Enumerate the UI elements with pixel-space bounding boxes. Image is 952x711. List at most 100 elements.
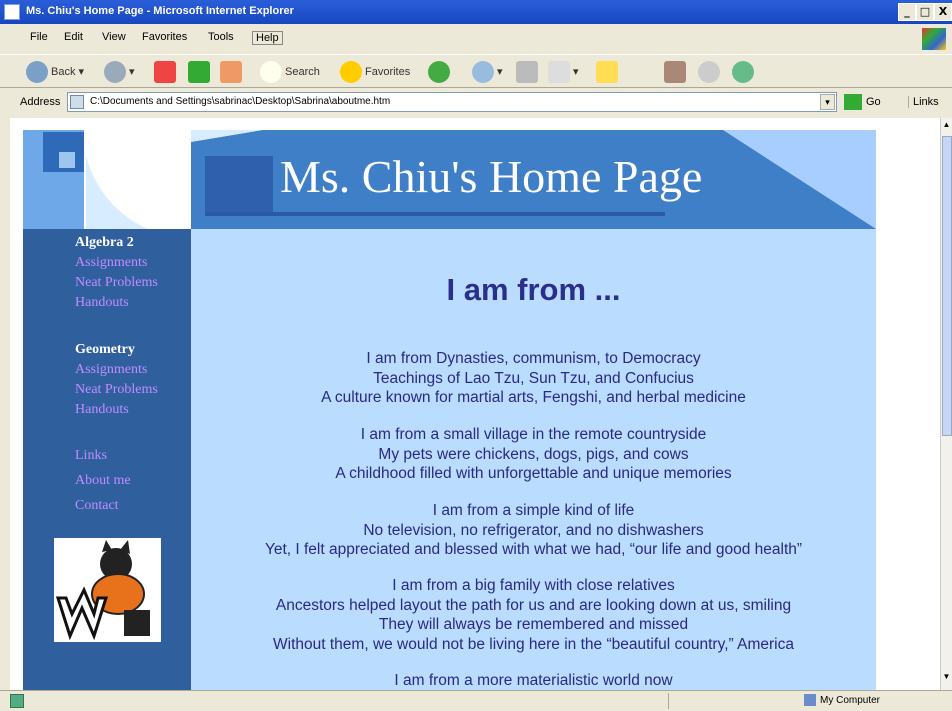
main-content: I am from ... I am from Dynasties, commu… — [191, 229, 876, 690]
poem-line: I am from a more materialistic world now — [394, 672, 673, 689]
menu-tools[interactable]: Tools — [208, 31, 234, 43]
favorites-button[interactable]: Favorites — [340, 59, 410, 85]
messenger-icon — [698, 61, 720, 84]
zone-label: My Computer — [820, 695, 881, 706]
nav-link-geometry-assignments[interactable]: Assignments — [75, 362, 147, 378]
discuss-icon — [596, 61, 618, 84]
poem-line: A culture known for martial arts, Fengsh… — [321, 389, 746, 406]
page-icon — [70, 95, 84, 109]
mascot-logo — [54, 538, 161, 642]
window-title: Ms. Chiu's Home Page - Microsoft Interne… — [26, 5, 294, 17]
search-label: Search — [285, 66, 320, 78]
my-computer-icon — [804, 694, 816, 706]
nav-link-geometry-handouts[interactable]: Handouts — [75, 402, 129, 418]
favorites-label: Favorites — [365, 66, 411, 78]
status-bar: My Computer — [0, 690, 952, 711]
back-arrow-icon — [26, 61, 48, 84]
search-button[interactable]: Search — [260, 59, 320, 85]
poem-line: My pets were chickens, dogs, pigs, and c… — [378, 445, 689, 463]
page-viewport: Ms. Chiu's Home Page Algebra 2 Assignmen… — [10, 118, 940, 690]
nav-link-algebra-assignments[interactable]: Assignments — [75, 255, 147, 271]
forward-button[interactable]: ▾ — [104, 59, 135, 85]
menu-edit[interactable]: Edit — [64, 31, 83, 43]
poem-line: Teachings of Lao Tzu, Sun Tzu, and Confu… — [373, 369, 694, 387]
refresh-icon — [188, 61, 210, 84]
research-button[interactable] — [664, 59, 689, 85]
media-button[interactable] — [428, 59, 453, 85]
stop-button[interactable] — [154, 59, 179, 85]
wildcat-mascot-icon — [55, 540, 150, 641]
nav-link-about-me[interactable]: About me — [75, 473, 131, 489]
nav-link-algebra-handouts[interactable]: Handouts — [75, 295, 129, 311]
forward-arrow-icon — [104, 61, 126, 84]
maximize-button[interactable]: □ — [916, 3, 934, 21]
status-panels — [668, 693, 794, 709]
nav-link-contact[interactable]: Contact — [75, 498, 119, 514]
scroll-up-icon[interactable]: ▲ — [941, 120, 952, 134]
refresh-button[interactable] — [188, 59, 213, 85]
vertical-scrollbar[interactable]: ▲ ▼ — [940, 118, 952, 690]
page-heading: I am from ... — [446, 272, 621, 307]
go-button[interactable]: Go — [844, 93, 881, 111]
print-button[interactable] — [516, 59, 541, 85]
extra-button[interactable] — [732, 59, 757, 85]
search-icon — [260, 61, 282, 84]
poem-line: Without them, we would not be living her… — [273, 635, 794, 653]
edit-button[interactable]: ▾ — [548, 59, 579, 85]
page-status-icon — [10, 694, 24, 708]
menu-favorites[interactable]: Favorites — [142, 31, 187, 43]
nav-heading-algebra: Algebra 2 — [75, 235, 134, 250]
nav-link-algebra-neat-problems[interactable]: Neat Problems — [75, 275, 158, 291]
poem-line: I am from a simple kind of life — [432, 502, 635, 519]
windows-logo-icon — [922, 28, 946, 50]
address-dropdown-icon[interactable]: ▾ — [820, 94, 835, 110]
toolbar: Back ▾ ▾ Search Favorites ▾ ▾ — [0, 54, 952, 88]
minimize-button[interactable]: _ — [898, 3, 916, 21]
back-label: Back — [51, 66, 76, 78]
poem-line: No television, no refrigerator, and no d… — [363, 521, 704, 539]
links-button[interactable]: Links — [908, 96, 939, 108]
address-bar: Address C:\Documents and Settings\sabrin… — [0, 89, 952, 115]
nav-link-links[interactable]: Links — [75, 448, 107, 464]
close-button[interactable]: X — [934, 3, 952, 21]
address-value: C:\Documents and Settings\sabrinac\Deskt… — [90, 96, 391, 107]
poem-line: I am from a big family with close relati… — [392, 577, 675, 594]
messenger-button[interactable] — [698, 59, 723, 85]
menu-file[interactable]: File — [30, 31, 48, 43]
poem-line: They will always be remembered and misse… — [378, 616, 689, 633]
banner-title: Ms. Chiu's Home Page — [280, 151, 703, 202]
print-icon — [516, 61, 538, 84]
sidebar-nav: Algebra 2 Assignments Neat Problems Hand… — [23, 229, 191, 690]
mail-button[interactable]: ▾ — [472, 59, 503, 85]
favorites-star-icon — [340, 61, 362, 84]
media-icon — [428, 61, 450, 84]
poem-line: A childhood filled with unforgettable an… — [335, 465, 732, 482]
research-icon — [664, 61, 686, 84]
poem-line: Ancestors helped layout the path for us … — [275, 596, 792, 614]
mail-icon — [472, 61, 494, 84]
edit-icon — [548, 61, 570, 84]
banner: Ms. Chiu's Home Page — [23, 130, 876, 229]
ie-icon — [4, 4, 20, 20]
menu-help[interactable]: Help — [252, 31, 283, 45]
page-container: Ms. Chiu's Home Page Algebra 2 Assignmen… — [23, 130, 876, 690]
home-icon — [220, 61, 242, 84]
nav-link-geometry-neat-problems[interactable]: Neat Problems — [75, 382, 158, 398]
back-button[interactable]: Back ▾ — [26, 59, 84, 85]
stop-icon — [154, 61, 176, 84]
address-input[interactable]: C:\Documents and Settings\sabrinac\Deskt… — [67, 92, 837, 112]
menu-bar: File Edit View Favorites Tools Help — [0, 26, 952, 52]
home-button[interactable] — [220, 59, 245, 85]
scroll-thumb[interactable] — [942, 136, 952, 436]
go-arrow-icon — [844, 94, 862, 111]
address-label: Address — [20, 96, 61, 108]
title-bar: Ms. Chiu's Home Page - Microsoft Interne… — [0, 0, 952, 24]
poem-line: Yet, I felt appreciated and blessed with… — [264, 541, 803, 558]
go-label: Go — [866, 96, 881, 108]
discuss-button[interactable] — [596, 59, 621, 85]
menu-view[interactable]: View — [102, 31, 126, 43]
poem-line: I am from a small village in the remote … — [360, 426, 707, 443]
nav-heading-geometry: Geometry — [75, 342, 135, 357]
scroll-down-icon[interactable]: ▼ — [941, 672, 952, 686]
extra-tool-icon — [732, 61, 754, 84]
